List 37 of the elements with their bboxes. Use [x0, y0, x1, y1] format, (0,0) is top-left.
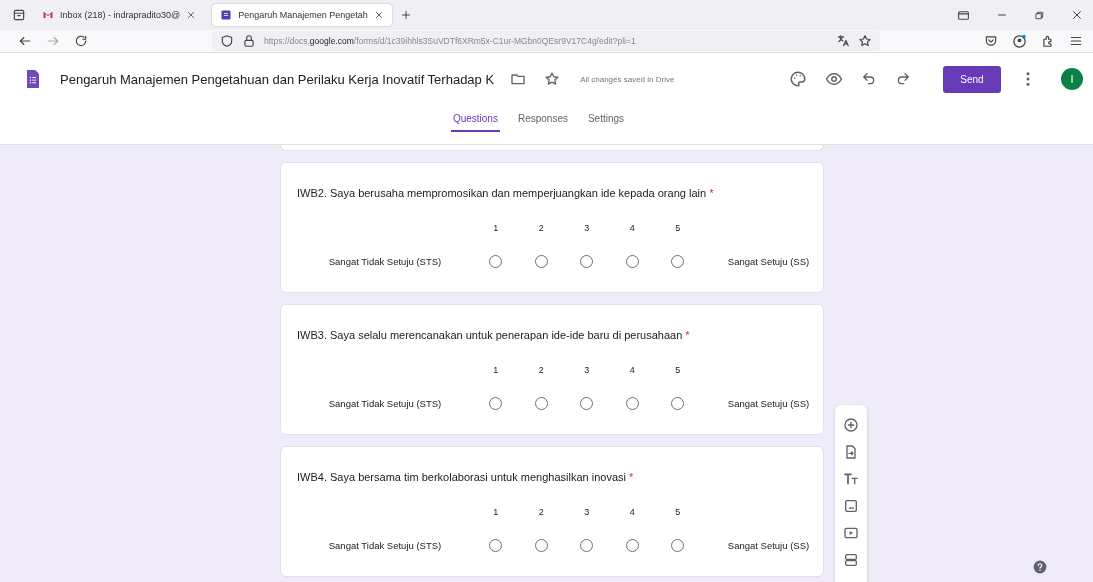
question-text: IWB3. Saya selalu merencanakan untuk penerapan ide-ide baru di perusahaan *	[297, 329, 691, 341]
send-button[interactable]: Send	[943, 65, 1001, 93]
scale-number: 2	[537, 223, 545, 233]
scale-label: Sangat Setuju (SS)	[726, 256, 811, 267]
scale-number: 2	[537, 365, 545, 375]
url-text: https://docs.google.com/forms/d/1c39ihhls3SuVDTf6XRm5x-C1ur-MGbn0QEsr9V17C4g/edit?pli=1	[264, 36, 636, 46]
scale-number: 3	[583, 507, 591, 517]
scale-number: 5	[674, 365, 682, 375]
scale-number: 4	[628, 223, 636, 233]
question-text: IWB4. Saya bersama tim berkolaborasi untuk menghasilkan inovasi *	[297, 471, 635, 483]
form-tab[interactable]: Settings	[585, 109, 627, 132]
question-text: IWB2. Saya berusaha mempromosikan dan memperjuangkan ide kepada orang lain *	[297, 187, 715, 199]
scale-number: 4	[628, 507, 636, 517]
tab-title: Inbox (218) - indrapradito30@	[60, 10, 181, 20]
address-bar[interactable]: https://docs.google.com/forms/d/1c39ihhls3SuVDTf6XRm5x-C1ur-MGbn0QEsr9V17C4g/edit?pli=1	[212, 31, 880, 51]
scale-number: 5	[674, 507, 682, 517]
scale-number: 3	[583, 223, 591, 233]
tab-title: Pengaruh Manajemen Pengetah	[238, 10, 368, 20]
browser-tab[interactable]: Pengaruh Manajemen Pengetah	[212, 4, 392, 26]
avatar[interactable]: I	[1061, 68, 1083, 90]
scale-number: 1	[492, 507, 500, 517]
form-title[interactable]: Pengaruh Manajemen Pengetahuan dan Perilaku Kerja Inovatif Terhadap K	[60, 71, 495, 87]
scale-label: Sangat Setuju (SS)	[726, 540, 811, 551]
scale-number: 4	[628, 365, 636, 375]
scale-number: 3	[583, 365, 591, 375]
save-status: All changes saved in Drive	[580, 74, 675, 84]
scale-number: 2	[537, 507, 545, 517]
scale-number: 1	[492, 223, 500, 233]
form-tab[interactable]: Responses	[515, 109, 570, 132]
scale-label: Sangat Tidak Setuju (STS)	[327, 256, 443, 267]
scale-label: Sangat Setuju (SS)	[726, 398, 811, 409]
form-tab[interactable]: Questions	[450, 109, 500, 132]
scale-number: 1	[492, 365, 500, 375]
scale-label: Sangat Tidak Setuju (STS)	[327, 540, 443, 551]
scale-number: 5	[674, 223, 682, 233]
browser-tab[interactable]: Inbox (218) - indrapradito30@	[34, 4, 205, 26]
scale-label: Sangat Tidak Setuju (STS)	[327, 398, 443, 409]
